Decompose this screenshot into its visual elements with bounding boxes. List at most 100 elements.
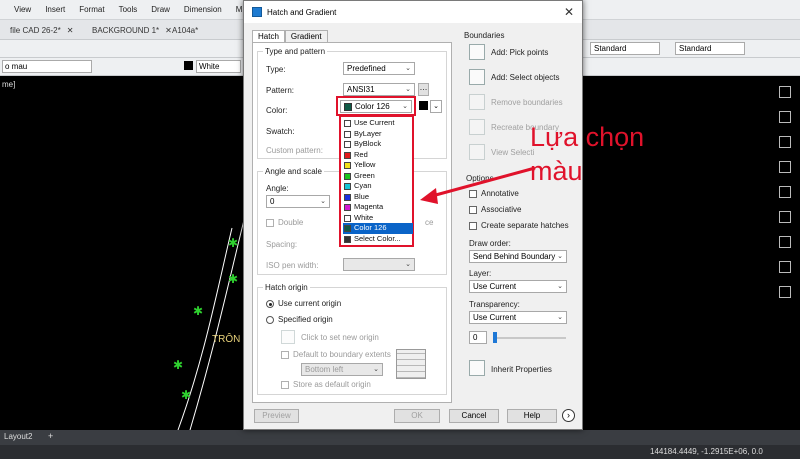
- ok-button[interactable]: OK: [394, 409, 440, 423]
- text-style-combo[interactable]: Standard: [590, 42, 660, 55]
- dim-style-combo[interactable]: Standard: [675, 42, 745, 55]
- inherit-properties-icon[interactable]: [469, 360, 485, 376]
- use-current-origin-radio[interactable]: [266, 300, 274, 308]
- color-option-label: Select Color...: [354, 233, 401, 243]
- tool-icon[interactable]: [779, 136, 791, 148]
- add-pick-points-label[interactable]: Add: Pick points: [491, 48, 548, 57]
- add-layout-button[interactable]: +: [48, 431, 53, 441]
- transparency-select[interactable]: Use Current ⌄: [469, 311, 567, 324]
- tool-icon[interactable]: [779, 186, 791, 198]
- color-option[interactable]: Magenta: [343, 202, 413, 213]
- color-option[interactable]: Blue: [343, 192, 413, 203]
- default-extents-label: Default to boundary extents: [293, 350, 391, 359]
- tool-icon[interactable]: [779, 261, 791, 273]
- add-select-objects-label[interactable]: Add: Select objects: [491, 73, 559, 82]
- menu-tools[interactable]: Tools: [119, 5, 138, 14]
- layout-tabs: Layout2 +: [0, 430, 800, 445]
- relative-label-tail: ce: [425, 218, 434, 227]
- color-option-selected[interactable]: Color 126: [343, 223, 413, 234]
- layout-tab[interactable]: Layout2: [4, 432, 32, 441]
- angle-select[interactable]: 0 ⌄: [266, 195, 330, 208]
- transparency-number[interactable]: 0: [469, 331, 487, 344]
- file-tab[interactable]: file CAD 26-2* ✕: [4, 23, 79, 38]
- inherit-properties-label[interactable]: Inherit Properties: [491, 365, 552, 374]
- group-title: Hatch origin: [263, 283, 310, 292]
- chevron-down-icon: ⌄: [402, 103, 408, 110]
- color-option[interactable]: ByLayer: [343, 129, 413, 140]
- color-option[interactable]: Yellow: [343, 160, 413, 171]
- tool-icon[interactable]: [779, 211, 791, 223]
- origin-position-select[interactable]: Bottom left ⌄: [301, 363, 383, 376]
- file-tab[interactable]: A104a*: [166, 23, 204, 38]
- color-swatch: [344, 225, 351, 232]
- view-selections-icon[interactable]: [469, 144, 485, 160]
- angle-label: Angle:: [266, 184, 289, 193]
- store-default-label: Store as default origin: [293, 380, 371, 389]
- recreate-boundary-icon[interactable]: [469, 119, 485, 135]
- add-pick-points-icon[interactable]: [469, 44, 485, 60]
- transparency-slider-track[interactable]: [494, 337, 566, 339]
- color-option[interactable]: Cyan: [343, 181, 413, 192]
- layer-select[interactable]: Use Current ⌄: [469, 280, 567, 293]
- menu-draw[interactable]: Draw: [151, 5, 170, 14]
- store-default-checkbox[interactable]: [281, 381, 289, 389]
- tool-icon[interactable]: [779, 111, 791, 123]
- use-current-origin-label: Use current origin: [278, 299, 342, 308]
- menu-modify[interactable]: M: [236, 5, 243, 14]
- layer-label: Layer:: [469, 269, 492, 278]
- color-option-label: Color 126: [354, 223, 387, 232]
- type-label: Type:: [266, 65, 286, 74]
- draw-order-select[interactable]: Send Behind Boundary ⌄: [469, 250, 567, 263]
- file-tab[interactable]: BACKGROUND 1* ✕: [86, 23, 178, 38]
- menu-insert[interactable]: Insert: [45, 5, 65, 14]
- double-checkbox[interactable]: [266, 219, 274, 227]
- hatch-icon: [252, 7, 262, 17]
- color-option[interactable]: White: [343, 213, 413, 224]
- color-swatch: [344, 141, 351, 148]
- specified-origin-radio[interactable]: [266, 316, 274, 324]
- pattern-value: ANSI31: [347, 85, 375, 94]
- menu-view[interactable]: View: [14, 5, 31, 14]
- color-option[interactable]: ByBlock: [343, 139, 413, 150]
- more-options-button[interactable]: ›: [562, 409, 575, 422]
- add-select-objects-icon[interactable]: [469, 69, 485, 85]
- pattern-select[interactable]: ANSI31 ⌄: [343, 83, 415, 96]
- specified-origin-label: Specified origin: [278, 315, 333, 324]
- transparency-slider-thumb[interactable]: [493, 332, 497, 343]
- chevron-down-icon[interactable]: ⌄: [430, 100, 442, 113]
- tool-icon[interactable]: [779, 161, 791, 173]
- menu-dimension[interactable]: Dimension: [184, 5, 222, 14]
- color-swatch: [344, 235, 351, 243]
- separate-hatches-label: Create separate hatches: [481, 221, 569, 230]
- tool-icon[interactable]: [779, 236, 791, 248]
- tool-icon[interactable]: [779, 286, 791, 298]
- cancel-button[interactable]: Cancel: [449, 409, 499, 423]
- preview-button[interactable]: Preview: [254, 409, 299, 423]
- boundaries-title: Boundaries: [464, 31, 505, 40]
- layer-combo[interactable]: o mau: [2, 60, 92, 73]
- close-button[interactable]: ✕: [564, 5, 574, 19]
- custom-pattern-label: Custom pattern:: [266, 146, 323, 155]
- menu-format[interactable]: Format: [79, 5, 104, 14]
- color-option[interactable]: Green: [343, 171, 413, 182]
- color-swatch: [344, 214, 351, 222]
- color-option[interactable]: Select Color...: [343, 234, 413, 245]
- remove-boundaries-icon[interactable]: [469, 94, 485, 110]
- help-button[interactable]: Help: [507, 409, 557, 423]
- color-select[interactable]: Color 126 ⌄: [340, 100, 412, 113]
- default-extents-checkbox[interactable]: [281, 351, 289, 359]
- view-selections-label[interactable]: View Selecti: [491, 148, 534, 157]
- pattern-browse-button[interactable]: …: [418, 83, 429, 96]
- crosshair-icon[interactable]: [281, 330, 295, 344]
- remove-boundaries-label[interactable]: Remove boundaries: [491, 98, 563, 107]
- tool-icon[interactable]: [779, 86, 791, 98]
- separate-hatches-checkbox[interactable]: [469, 222, 477, 230]
- iso-pen-select[interactable]: ⌄: [343, 258, 415, 271]
- type-select[interactable]: Predefined ⌄: [343, 62, 415, 75]
- close-icon[interactable]: ✕: [67, 26, 74, 35]
- color-combo[interactable]: White: [196, 60, 241, 73]
- chevron-down-icon: ⌄: [405, 261, 411, 268]
- color-option[interactable]: Red: [343, 150, 413, 161]
- draw-order-value: Send Behind Boundary: [473, 252, 556, 261]
- color-option[interactable]: Use Current: [343, 118, 413, 129]
